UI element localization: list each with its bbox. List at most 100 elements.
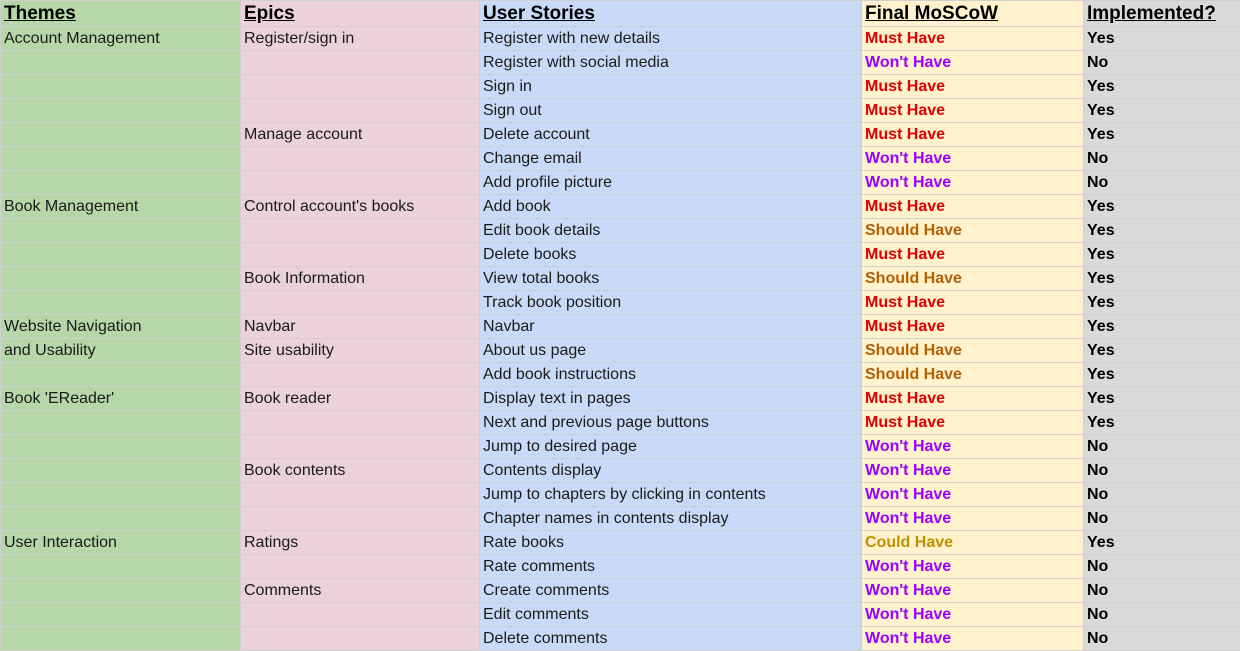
user-story-cell[interactable]: About us page [480, 339, 862, 363]
theme-cell[interactable] [1, 267, 241, 291]
header-themes[interactable]: Themes [1, 1, 241, 27]
implemented-cell[interactable]: Yes [1084, 195, 1240, 219]
epic-cell[interactable] [241, 171, 480, 195]
moscow-priority-cell[interactable]: Won't Have [862, 507, 1084, 531]
moscow-priority-cell[interactable]: Could Have [862, 531, 1084, 555]
implemented-cell[interactable]: No [1084, 171, 1240, 195]
user-story-cell[interactable]: Sign out [480, 99, 862, 123]
moscow-priority-cell[interactable]: Must Have [862, 243, 1084, 267]
implemented-cell[interactable]: No [1084, 147, 1240, 171]
theme-cell[interactable] [1, 123, 241, 147]
implemented-cell[interactable]: No [1084, 555, 1240, 579]
moscow-priority-cell[interactable]: Won't Have [862, 171, 1084, 195]
moscow-priority-cell[interactable]: Must Have [862, 387, 1084, 411]
moscow-priority-cell[interactable]: Won't Have [862, 483, 1084, 507]
moscow-priority-cell[interactable]: Should Have [862, 339, 1084, 363]
theme-cell[interactable]: Book 'EReader' [1, 387, 241, 411]
epic-cell[interactable]: Site usability [241, 339, 480, 363]
epic-cell[interactable] [241, 507, 480, 531]
user-story-cell[interactable]: Rate books [480, 531, 862, 555]
theme-cell[interactable] [1, 579, 241, 603]
user-story-cell[interactable]: Add book instructions [480, 363, 862, 387]
theme-cell[interactable]: Website Navigation [1, 315, 241, 339]
header-user-stories[interactable]: User Stories [480, 1, 862, 27]
theme-cell[interactable] [1, 51, 241, 75]
epic-cell[interactable] [241, 363, 480, 387]
moscow-priority-cell[interactable]: Must Have [862, 99, 1084, 123]
user-story-cell[interactable]: View total books [480, 267, 862, 291]
moscow-priority-cell[interactable]: Won't Have [862, 555, 1084, 579]
user-story-cell[interactable]: Edit comments [480, 603, 862, 627]
user-story-cell[interactable]: Change email [480, 147, 862, 171]
moscow-priority-cell[interactable]: Should Have [862, 363, 1084, 387]
moscow-priority-cell[interactable]: Should Have [862, 267, 1084, 291]
epic-cell[interactable]: Control account's books [241, 195, 480, 219]
epic-cell[interactable]: Book reader [241, 387, 480, 411]
epic-cell[interactable]: Register/sign in [241, 27, 480, 51]
theme-cell[interactable] [1, 483, 241, 507]
epic-cell[interactable] [241, 603, 480, 627]
user-story-cell[interactable]: Register with social media [480, 51, 862, 75]
moscow-priority-cell[interactable]: Must Have [862, 75, 1084, 99]
epic-cell[interactable] [241, 411, 480, 435]
theme-cell[interactable] [1, 411, 241, 435]
theme-cell[interactable] [1, 435, 241, 459]
implemented-cell[interactable]: Yes [1084, 291, 1240, 315]
implemented-cell[interactable]: Yes [1084, 219, 1240, 243]
user-story-cell[interactable]: Edit book details [480, 219, 862, 243]
user-story-cell[interactable]: Track book position [480, 291, 862, 315]
epic-cell[interactable]: Book Information [241, 267, 480, 291]
theme-cell[interactable]: Book Management [1, 195, 241, 219]
implemented-cell[interactable]: Yes [1084, 243, 1240, 267]
implemented-cell[interactable]: Yes [1084, 267, 1240, 291]
theme-cell[interactable] [1, 459, 241, 483]
moscow-priority-cell[interactable]: Won't Have [862, 459, 1084, 483]
epic-cell[interactable] [241, 291, 480, 315]
implemented-cell[interactable]: Yes [1084, 363, 1240, 387]
implemented-cell[interactable]: Yes [1084, 387, 1240, 411]
user-story-cell[interactable]: Chapter names in contents display [480, 507, 862, 531]
theme-cell[interactable] [1, 603, 241, 627]
header-implemented[interactable]: Implemented? [1084, 1, 1240, 27]
implemented-cell[interactable]: No [1084, 507, 1240, 531]
user-story-cell[interactable]: Navbar [480, 315, 862, 339]
epic-cell[interactable]: Navbar [241, 315, 480, 339]
implemented-cell[interactable]: Yes [1084, 27, 1240, 51]
moscow-priority-cell[interactable]: Must Have [862, 27, 1084, 51]
moscow-priority-cell[interactable]: Won't Have [862, 147, 1084, 171]
epic-cell[interactable] [241, 99, 480, 123]
implemented-cell[interactable]: No [1084, 51, 1240, 75]
epic-cell[interactable] [241, 219, 480, 243]
moscow-priority-cell[interactable]: Must Have [862, 291, 1084, 315]
user-story-cell[interactable]: Add profile picture [480, 171, 862, 195]
header-final-moscow[interactable]: Final MoSCoW [862, 1, 1084, 27]
theme-cell[interactable] [1, 507, 241, 531]
epic-cell[interactable] [241, 75, 480, 99]
moscow-priority-cell[interactable]: Won't Have [862, 435, 1084, 459]
header-epics[interactable]: Epics [241, 1, 480, 27]
user-story-cell[interactable]: Delete account [480, 123, 862, 147]
theme-cell[interactable] [1, 99, 241, 123]
user-story-cell[interactable]: Add book [480, 195, 862, 219]
implemented-cell[interactable]: Yes [1084, 339, 1240, 363]
epic-cell[interactable] [241, 243, 480, 267]
user-story-cell[interactable]: Contents display [480, 459, 862, 483]
epic-cell[interactable] [241, 435, 480, 459]
implemented-cell[interactable]: No [1084, 483, 1240, 507]
epic-cell[interactable] [241, 51, 480, 75]
epic-cell[interactable]: Book contents [241, 459, 480, 483]
user-story-cell[interactable]: Rate comments [480, 555, 862, 579]
implemented-cell[interactable]: Yes [1084, 75, 1240, 99]
user-story-cell[interactable]: Jump to chapters by clicking in contents [480, 483, 862, 507]
implemented-cell[interactable]: Yes [1084, 315, 1240, 339]
theme-cell[interactable] [1, 291, 241, 315]
user-story-cell[interactable]: Next and previous page buttons [480, 411, 862, 435]
epic-cell[interactable]: Manage account [241, 123, 480, 147]
user-story-cell[interactable]: Sign in [480, 75, 862, 99]
implemented-cell[interactable]: No [1084, 435, 1240, 459]
epic-cell[interactable] [241, 147, 480, 171]
epic-cell[interactable]: Comments [241, 579, 480, 603]
user-story-cell[interactable]: Create comments [480, 579, 862, 603]
theme-cell[interactable] [1, 363, 241, 387]
implemented-cell[interactable]: Yes [1084, 123, 1240, 147]
